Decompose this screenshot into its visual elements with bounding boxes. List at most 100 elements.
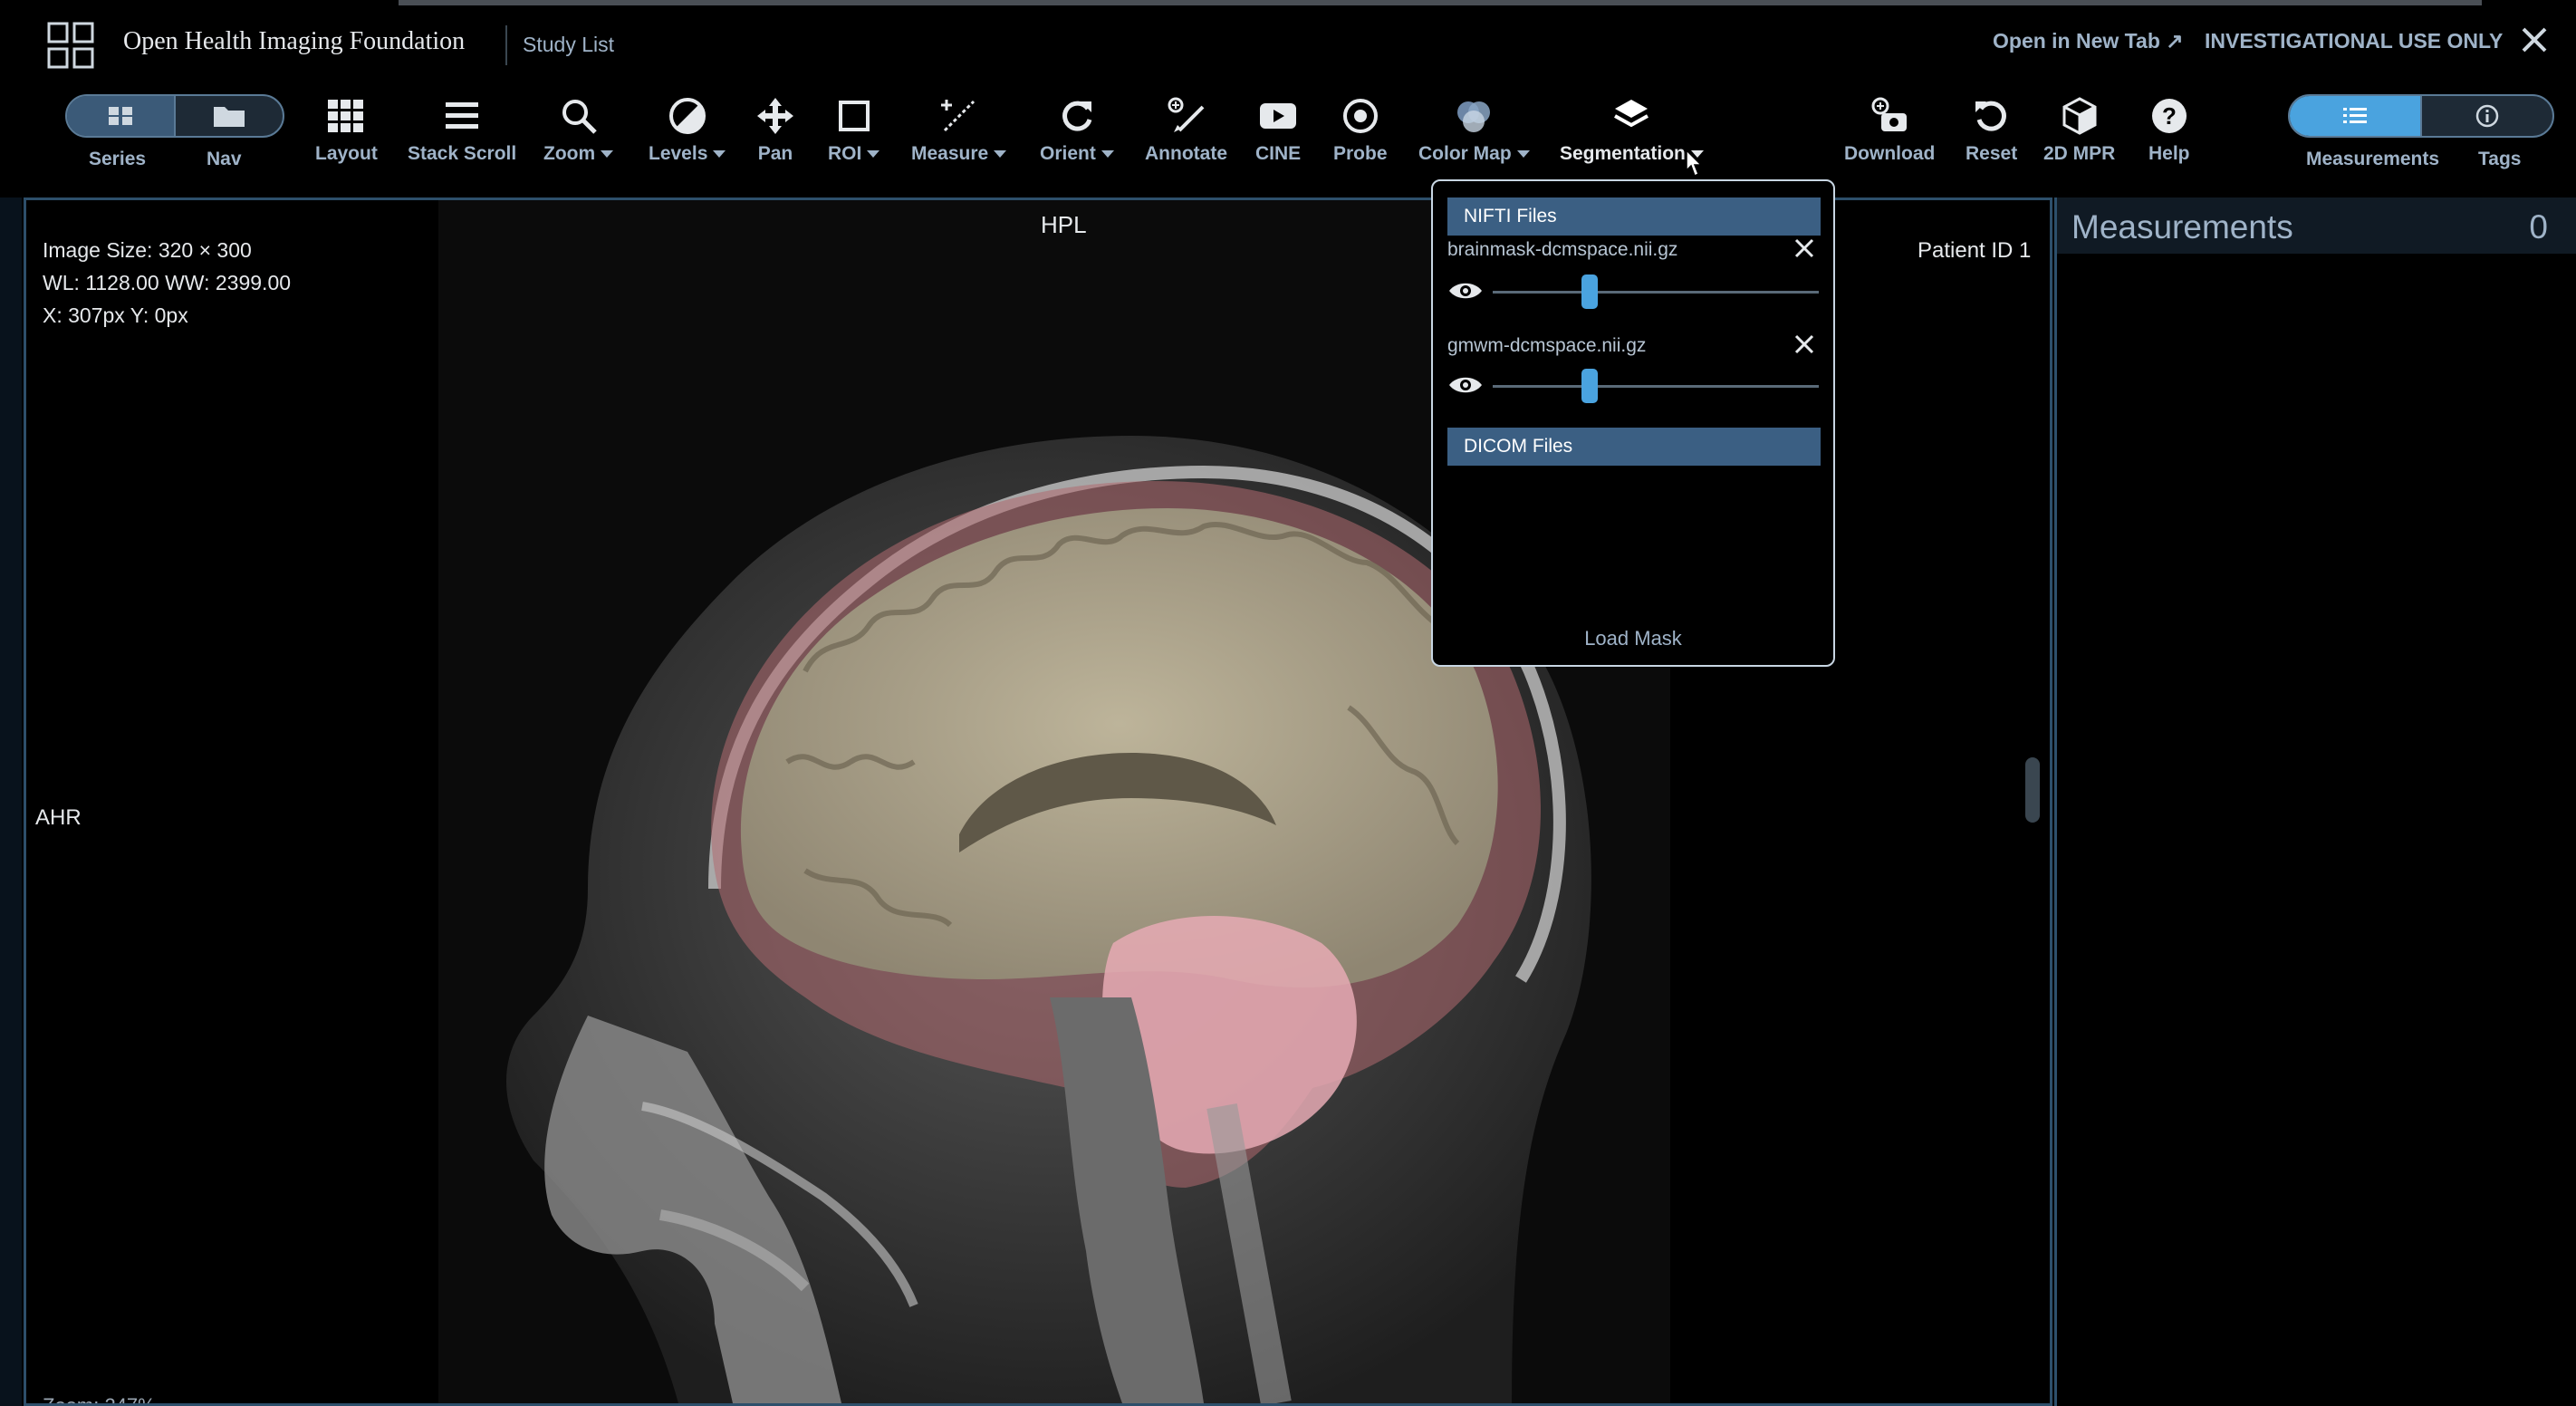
palette-blob-icon xyxy=(1457,101,1491,132)
tool-label: Pan xyxy=(757,143,793,164)
loading-strip xyxy=(399,0,2482,5)
tool-stack-scroll[interactable]: Stack Scroll xyxy=(408,92,516,165)
tags-label: Tags xyxy=(2478,149,2522,169)
tool-label: Annotate xyxy=(1145,143,1227,164)
caret-down-icon xyxy=(601,150,614,159)
measurements-count: 0 xyxy=(2529,208,2548,246)
opacity-slider[interactable] xyxy=(1493,291,1819,294)
target-dot-icon xyxy=(1342,99,1378,133)
left-edge-strip xyxy=(0,197,22,1406)
tool-label: ROI xyxy=(828,143,862,164)
close-icon[interactable] xyxy=(2514,20,2554,60)
nav-label: Nav xyxy=(207,149,242,169)
visibility-eye-icon[interactable] xyxy=(1447,371,1484,399)
tool-levels[interactable]: Levels xyxy=(649,92,726,165)
grid-icon xyxy=(328,100,364,132)
info-icon xyxy=(2475,104,2499,128)
cube-icon xyxy=(2062,97,2097,135)
nav-toggle-button[interactable] xyxy=(174,96,283,136)
measurements-tags-toggle[interactable] xyxy=(2288,94,2554,138)
nifti-files-label: NIFTI Files xyxy=(1464,206,1557,226)
tool-label: Zoom xyxy=(543,143,596,164)
series-grid-icon xyxy=(109,107,132,125)
caret-down-icon xyxy=(867,150,880,159)
tags-toggle-button[interactable] xyxy=(2420,96,2552,136)
caret-down-icon xyxy=(713,150,726,159)
tool-2d-mpr[interactable]: 2D MPR xyxy=(2043,92,2115,165)
series-nav-toggle[interactable] xyxy=(65,94,284,138)
list-icon xyxy=(2343,108,2367,123)
svg-text:?: ? xyxy=(2162,102,2177,130)
series-label: Series xyxy=(89,149,147,169)
ohif-logo-icon[interactable] xyxy=(45,20,96,71)
tool-label: Measure xyxy=(911,143,989,164)
tool-zoom[interactable]: Zoom xyxy=(543,92,614,165)
app-title[interactable]: Open Health Imaging Foundation xyxy=(123,27,465,56)
tool-pan[interactable]: Pan xyxy=(755,92,795,165)
tool-label: CINE xyxy=(1255,143,1302,164)
investigational-notice: INVESTIGATIONAL USE ONLY xyxy=(2205,29,2504,53)
opacity-slider[interactable] xyxy=(1493,385,1819,388)
orientation-top-label: HPL xyxy=(1041,211,1087,238)
visibility-eye-icon[interactable] xyxy=(1447,277,1484,304)
annotate-pen-icon xyxy=(1168,97,1204,132)
bars-icon xyxy=(446,102,479,129)
load-mask-button[interactable]: Load Mask xyxy=(1433,627,1833,650)
dicom-files-label: DICOM Files xyxy=(1464,436,1573,457)
tool-label: Help xyxy=(2148,143,2190,164)
help-circle-icon: ? xyxy=(2151,99,2187,133)
opacity-slider-handle[interactable] xyxy=(1581,274,1598,309)
image-size-label: Image Size: 320 × 300 xyxy=(43,238,252,262)
tool-label: Stack Scroll xyxy=(408,143,517,164)
cursor-coords-label: X: 307px Y: 0px xyxy=(43,303,188,327)
video-icon xyxy=(1260,103,1297,129)
tool-label: Probe xyxy=(1333,143,1388,164)
tool-measure[interactable]: Measure xyxy=(911,92,1007,165)
tool-label: Orient xyxy=(1040,143,1096,164)
orientation-left-label: AHR xyxy=(35,805,82,830)
square-icon xyxy=(838,101,870,131)
measurements-toggle-button[interactable] xyxy=(2290,96,2420,136)
tool-label: Levels xyxy=(649,143,708,164)
mask-name: gmwm-dcmspace.nii.gz xyxy=(1447,335,1647,356)
download-camera-icon xyxy=(1871,97,1908,131)
tool-reset[interactable]: Reset xyxy=(1966,92,2017,165)
measurements-title: Measurements xyxy=(2071,208,2293,246)
opacity-slider-handle[interactable] xyxy=(1581,369,1598,403)
caret-down-icon xyxy=(1101,150,1114,159)
mouse-cursor-icon xyxy=(1686,149,1703,178)
top-bar: Open Health Imaging Foundation Study Lis… xyxy=(0,0,2576,85)
measurements-header: Measurements 0 xyxy=(2057,197,2576,254)
series-toggle-button[interactable] xyxy=(67,96,174,136)
tool-annotate[interactable]: Annotate xyxy=(1145,92,1227,165)
tool-label: Segmentation xyxy=(1560,143,1686,164)
segmentation-popup: NIFTI Files brainmask-dcmspace.nii.gz gm… xyxy=(1431,179,1835,667)
tool-roi[interactable]: ROI xyxy=(828,92,880,165)
tool-layout[interactable]: Layout xyxy=(315,92,378,165)
tool-help[interactable]: ? Help xyxy=(2148,92,2190,165)
tool-label: Color Map xyxy=(1418,143,1512,164)
mask-name: brainmask-dcmspace.nii.gz xyxy=(1447,239,1678,260)
tool-probe[interactable]: Probe xyxy=(1333,92,1388,165)
rotate-icon xyxy=(1062,101,1092,131)
dicom-files-header: DICOM Files xyxy=(1447,428,1821,466)
layers-icon xyxy=(1614,100,1649,128)
tool-cine[interactable]: CINE xyxy=(1255,92,1301,165)
study-list-link[interactable]: Study List xyxy=(523,33,614,57)
folder-icon xyxy=(214,107,245,127)
magnifier-icon xyxy=(562,100,597,134)
measurements-panel: Measurements 0 xyxy=(2054,197,2576,1406)
zoom-level-label: Zoom: 247% xyxy=(43,1394,156,1406)
reset-icon xyxy=(1975,101,2006,131)
tool-orient[interactable]: Orient xyxy=(1040,92,1114,165)
open-new-tab-link[interactable]: Open in New Tab ↗ xyxy=(1993,29,2184,53)
remove-mask-icon[interactable] xyxy=(1792,236,1817,261)
tool-download[interactable]: Download xyxy=(1844,92,1935,165)
caret-down-icon xyxy=(1516,150,1530,159)
remove-mask-icon[interactable] xyxy=(1792,332,1817,357)
tool-label: 2D MPR xyxy=(2043,143,2116,164)
move-arrows-icon xyxy=(757,98,793,134)
viewport-scrollbar[interactable] xyxy=(2025,757,2040,823)
tool-color-map[interactable]: Color Map xyxy=(1418,92,1530,165)
measurements-label: Measurements xyxy=(2306,149,2440,169)
